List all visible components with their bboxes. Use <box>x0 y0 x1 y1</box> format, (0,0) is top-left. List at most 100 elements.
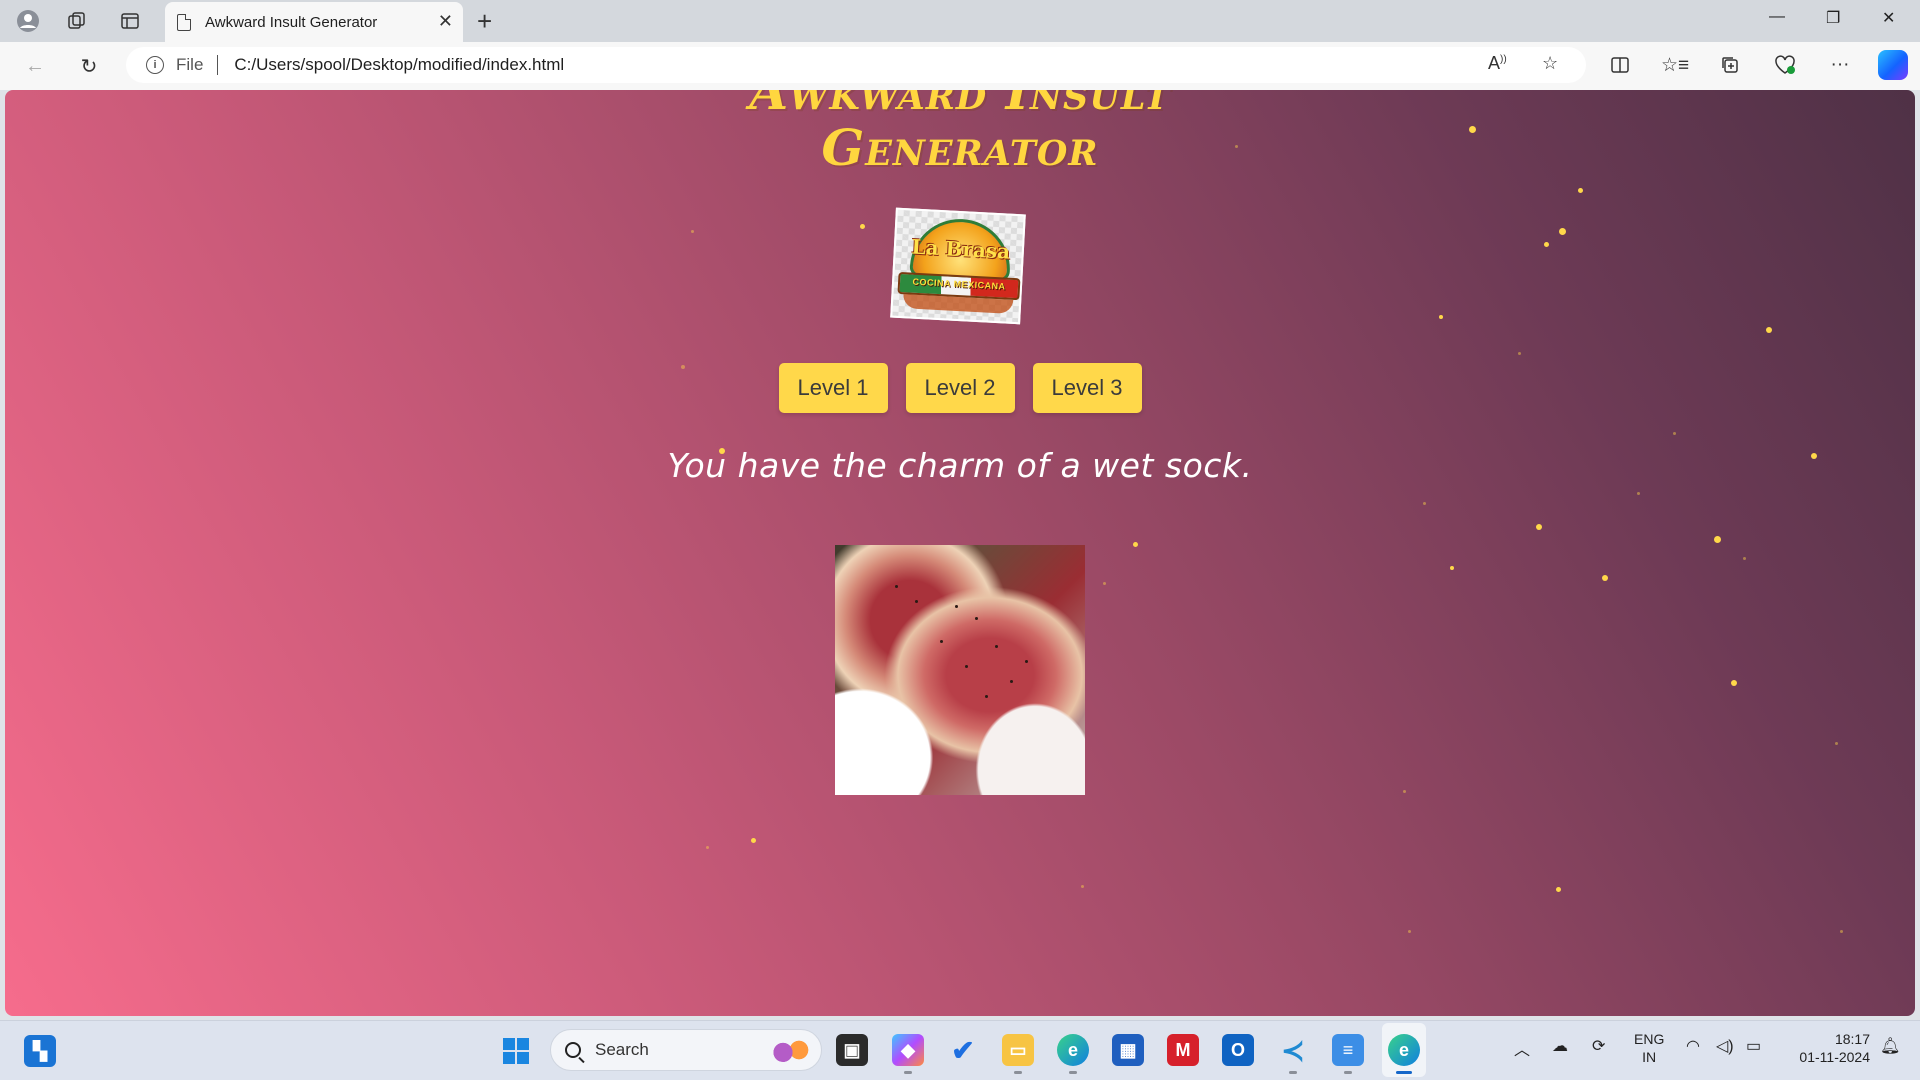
sparkle-dot <box>1556 887 1561 892</box>
mcafee-icon[interactable]: M <box>1167 1034 1199 1066</box>
file-explorer-icon[interactable]: ▭ <box>1002 1034 1034 1074</box>
pepper-fleck <box>1010 680 1013 683</box>
edge-icon[interactable]: e <box>1057 1034 1089 1074</box>
collections-icon[interactable] <box>1714 50 1746 80</box>
navigation-bar: ← ↻ i File C:/Users/spool/Desktop/modifi… <box>0 42 1920 90</box>
windows-start-icon[interactable] <box>500 1035 532 1067</box>
sparkle-dot <box>1450 566 1454 570</box>
page-title-first-line: Awkward Insult <box>749 90 1171 121</box>
steak-image <box>835 545 1085 795</box>
system-clock[interactable]: 18:17 01-11-2024 <box>1788 1030 1870 1066</box>
page-title: Generator <box>821 118 1099 177</box>
running-indicator <box>1014 1071 1022 1074</box>
show-hidden-icons-icon[interactable]: ︿ <box>1514 1036 1530 1060</box>
sparkle-dot <box>1673 432 1676 435</box>
running-indicator <box>904 1071 912 1074</box>
close-window-icon[interactable]: ✕ <box>1882 8 1895 28</box>
minimize-icon[interactable]: — <box>1769 8 1785 26</box>
vscode-icon[interactable]: ≺ <box>1277 1034 1309 1074</box>
pepper-fleck <box>1025 660 1028 663</box>
refresh-icon[interactable]: ↻ <box>74 52 104 80</box>
level-3-button[interactable]: Level 3 <box>1032 363 1142 413</box>
task-view-icon[interactable]: ▣ <box>836 1034 868 1066</box>
sparkle-dot <box>1536 524 1542 530</box>
search-icon <box>565 1042 581 1058</box>
insult-text: You have the charm of a wet sock. <box>667 446 1253 485</box>
clock-date: 01-11-2024 <box>1799 1049 1870 1065</box>
edge-active-icon[interactable]: e <box>1388 1034 1420 1074</box>
sparkle-dot <box>1637 492 1640 495</box>
favorite-star-icon[interactable]: ☆ <box>1542 53 1558 74</box>
pepper-fleck <box>955 605 958 608</box>
level-2-button[interactable]: Level 2 <box>905 363 1015 413</box>
sparkle-dot <box>1743 557 1746 560</box>
workspaces-icon[interactable] <box>63 8 91 34</box>
copilot-app-icon[interactable]: ◆ <box>892 1034 924 1074</box>
sparkle-dot <box>1731 680 1737 686</box>
browser-essentials-icon[interactable] <box>1769 50 1801 80</box>
sparkle-dot <box>1544 242 1549 247</box>
wifi-icon[interactable]: ◠ <box>1686 1036 1700 1056</box>
sparkle-dot <box>1081 885 1084 888</box>
sparkle-dot <box>1103 582 1106 585</box>
vertical-tabs-icon[interactable] <box>116 8 144 34</box>
sync-icon[interactable]: ⟳ <box>1592 1036 1605 1056</box>
sparkle-dot <box>1559 228 1566 235</box>
restore-icon[interactable]: ❐ <box>1826 8 1840 28</box>
taskbar-search[interactable]: Search <box>550 1029 822 1071</box>
sparkle-dot <box>1518 352 1521 355</box>
outlook-icon[interactable]: O <box>1222 1034 1254 1066</box>
favorites-icon[interactable]: ☆≡ <box>1659 50 1691 80</box>
la-brasa-logo: La Brasa COCINA MEXICANA <box>890 207 1026 325</box>
sparkle-dot <box>751 838 756 843</box>
pepper-fleck <box>985 695 988 698</box>
page-viewport: Awkward Insult Generator La Brasa COCINA… <box>5 90 1915 1016</box>
split-screen-icon[interactable] <box>1604 50 1636 80</box>
pepper-fleck <box>915 600 918 603</box>
widgets-icon[interactable]: ▚ <box>24 1035 56 1067</box>
language-indicator[interactable]: ENG IN <box>1634 1030 1664 1066</box>
sparkle-dot <box>1423 502 1426 505</box>
sparkle-dot <box>1766 327 1772 333</box>
running-indicator <box>1344 1071 1352 1074</box>
read-aloud-icon[interactable]: A)) <box>1488 53 1507 74</box>
profile-icon[interactable] <box>14 8 42 34</box>
pepper-fleck <box>895 585 898 588</box>
notepad-icon[interactable]: ≡ <box>1332 1034 1364 1074</box>
volume-icon[interactable]: ◁) <box>1716 1036 1734 1056</box>
language-code: ENG <box>1634 1031 1665 1047</box>
running-indicator <box>1289 1071 1297 1074</box>
back-icon[interactable]: ← <box>20 52 50 80</box>
active-tab[interactable]: Awkward Insult Generator ✕ <box>165 2 463 42</box>
close-tab-icon[interactable]: ✕ <box>438 11 453 32</box>
address-separator <box>217 55 219 75</box>
pepper-fleck <box>975 617 978 620</box>
notifications-bell-icon[interactable]: 🔔︎ <box>1880 1036 1900 1056</box>
more-options-icon[interactable]: ··· <box>1824 50 1856 80</box>
region-code: IN <box>1642 1049 1657 1065</box>
pepper-fleck <box>995 645 998 648</box>
new-tab-icon[interactable]: + <box>477 6 492 37</box>
sparkle-dot <box>1133 542 1138 547</box>
browser-tab-strip: Awkward Insult Generator ✕ + — ❐ ✕ <box>0 0 1920 42</box>
sparkle-dot <box>1835 742 1838 745</box>
search-highlight-icon <box>771 1038 811 1062</box>
sparkle-dot <box>691 230 694 233</box>
level-1-button[interactable]: Level 1 <box>778 363 888 413</box>
copilot-icon[interactable] <box>1878 50 1908 80</box>
sparkle-dot <box>1714 536 1721 543</box>
store-icon[interactable]: ▦ <box>1112 1034 1144 1066</box>
pepper-fleck <box>965 665 968 668</box>
sparkle-dot <box>1408 930 1411 933</box>
battery-icon[interactable]: ▭ <box>1746 1036 1761 1056</box>
sparkle-dot <box>1578 188 1583 193</box>
address-bar[interactable]: i File C:/Users/spool/Desktop/modified/i… <box>126 47 1586 83</box>
sparkle-dot <box>1840 930 1843 933</box>
search-placeholder: Search <box>595 1040 649 1059</box>
onedrive-icon[interactable]: ☁ <box>1552 1036 1568 1056</box>
todo-icon[interactable]: ✔ <box>947 1034 979 1066</box>
tab-title: Awkward Insult Generator <box>205 13 378 31</box>
running-indicator <box>1396 1071 1412 1074</box>
url-text[interactable]: C:/Users/spool/Desktop/modified/index.ht… <box>234 55 564 75</box>
info-icon[interactable]: i <box>146 56 164 74</box>
